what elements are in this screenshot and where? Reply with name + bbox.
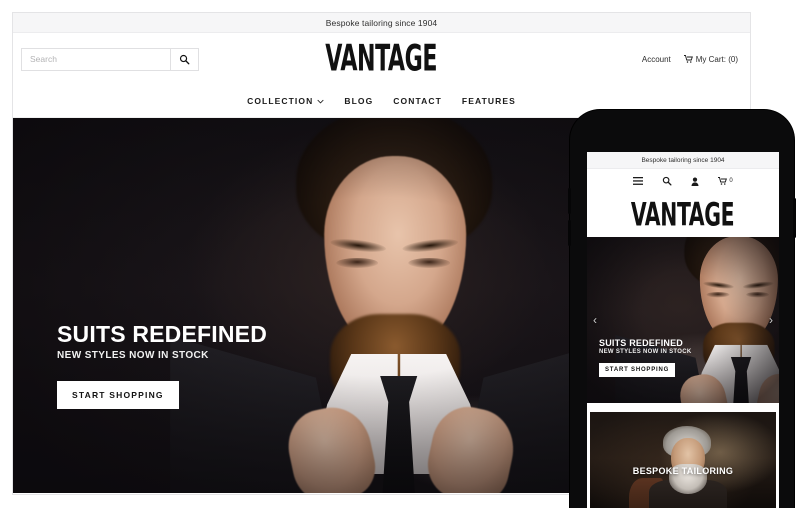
nav-item-collection[interactable]: COLLECTION	[247, 96, 324, 106]
mobile-hero-carousel[interactable]: ‹ › SUITS REDEFINED NEW STYLES NOW IN ST…	[587, 237, 779, 403]
search-icon	[663, 176, 672, 186]
search-icon	[179, 54, 190, 64]
nav-item-contact[interactable]: CONTACT	[393, 96, 442, 106]
carousel-prev-arrow[interactable]: ‹	[589, 309, 601, 331]
nav-item-features-label: FEATURES	[461, 96, 516, 106]
mobile-hero-copy-block: SUITS REDEFINED NEW STYLES NOW IN STOCK …	[599, 338, 691, 377]
mobile-hero-subheading: NEW STYLES NOW IN STOCK	[599, 349, 692, 355]
nav-item-blog[interactable]: BLOG	[344, 96, 373, 106]
hamburger-menu-icon	[633, 177, 644, 185]
cart-icon	[718, 177, 728, 185]
mobile-account-button[interactable]	[691, 176, 699, 186]
mobile-search-button[interactable]	[662, 176, 672, 186]
mobile-cart-count: 0	[729, 178, 733, 184]
promo-tile-label: BESPOKE TAILORING	[632, 465, 734, 476]
mobile-announcement-text: Bespoke tailoring since 1904	[641, 156, 725, 164]
hero-copy-block: SUITS REDEFINED NEW STYLES NOW IN STOCK …	[57, 320, 268, 409]
chevron-down-icon	[317, 99, 324, 103]
cart-link-label: My Cart: (0)	[695, 54, 738, 64]
cart-link[interactable]: My Cart: (0)	[683, 54, 738, 64]
mobile-promo-tile[interactable]: BESPOKE TAILORING	[590, 412, 776, 508]
mobile-announcement-bar: Bespoke tailoring since 1904	[587, 152, 779, 169]
carousel-next-arrow[interactable]: ›	[765, 309, 777, 331]
announcement-text: Bespoke tailoring since 1904	[325, 17, 438, 28]
mobile-site-logo[interactable]: VANTAGE	[587, 193, 779, 237]
nav-item-features[interactable]: FEATURES	[462, 96, 516, 106]
cart-icon	[683, 55, 693, 63]
account-link[interactable]: Account	[642, 55, 671, 64]
mobile-hero-vignette-overlay	[587, 237, 779, 403]
desktop-announcement-bar: Bespoke tailoring since 1904	[13, 13, 750, 33]
search-submit-button[interactable]	[170, 48, 198, 70]
user-icon	[691, 176, 699, 186]
mobile-preview-screen: Bespoke tailoring since 1904 0 VANTAGE ‹…	[587, 152, 779, 508]
mobile-start-shopping-button[interactable]: START SHOPPING	[599, 363, 676, 377]
search-box[interactable]	[21, 47, 199, 71]
screenshot-stage: Bespoke tailoring since 1904 VANTAGE Acc…	[0, 0, 802, 508]
volume-down-button[interactable]	[568, 220, 571, 246]
account-link-label: Account	[641, 54, 671, 64]
mobile-hero-heading: SUITS REDEFINED	[599, 338, 684, 348]
site-logo-text: VANTAGE	[325, 37, 438, 81]
mobile-cart-button[interactable]: 0	[718, 177, 733, 185]
mobile-device-frame: Bespoke tailoring since 1904 0 VANTAGE ‹…	[568, 110, 796, 508]
mobile-header-icons: 0	[587, 169, 779, 193]
power-button[interactable]	[793, 198, 796, 238]
nav-item-blog-label: BLOG	[344, 96, 374, 106]
hero-subheading: NEW STYLES NOW IN STOCK	[57, 350, 209, 361]
start-shopping-button[interactable]: START SHOPPING	[57, 381, 179, 409]
mobile-menu-button[interactable]	[633, 177, 644, 185]
desktop-header: VANTAGE Account My Cart: (0)	[13, 33, 750, 85]
nav-item-collection-label: COLLECTION	[247, 96, 314, 106]
mobile-site-logo-text: VANTAGE	[631, 196, 735, 234]
mobile-section-spacer	[587, 403, 779, 412]
nav-item-contact-label: CONTACT	[393, 96, 442, 106]
volume-up-button[interactable]	[568, 188, 571, 214]
header-utility-links: Account My Cart: (0)	[642, 55, 742, 64]
hero-heading: SUITS REDEFINED	[57, 320, 268, 347]
search-input[interactable]	[22, 48, 170, 70]
